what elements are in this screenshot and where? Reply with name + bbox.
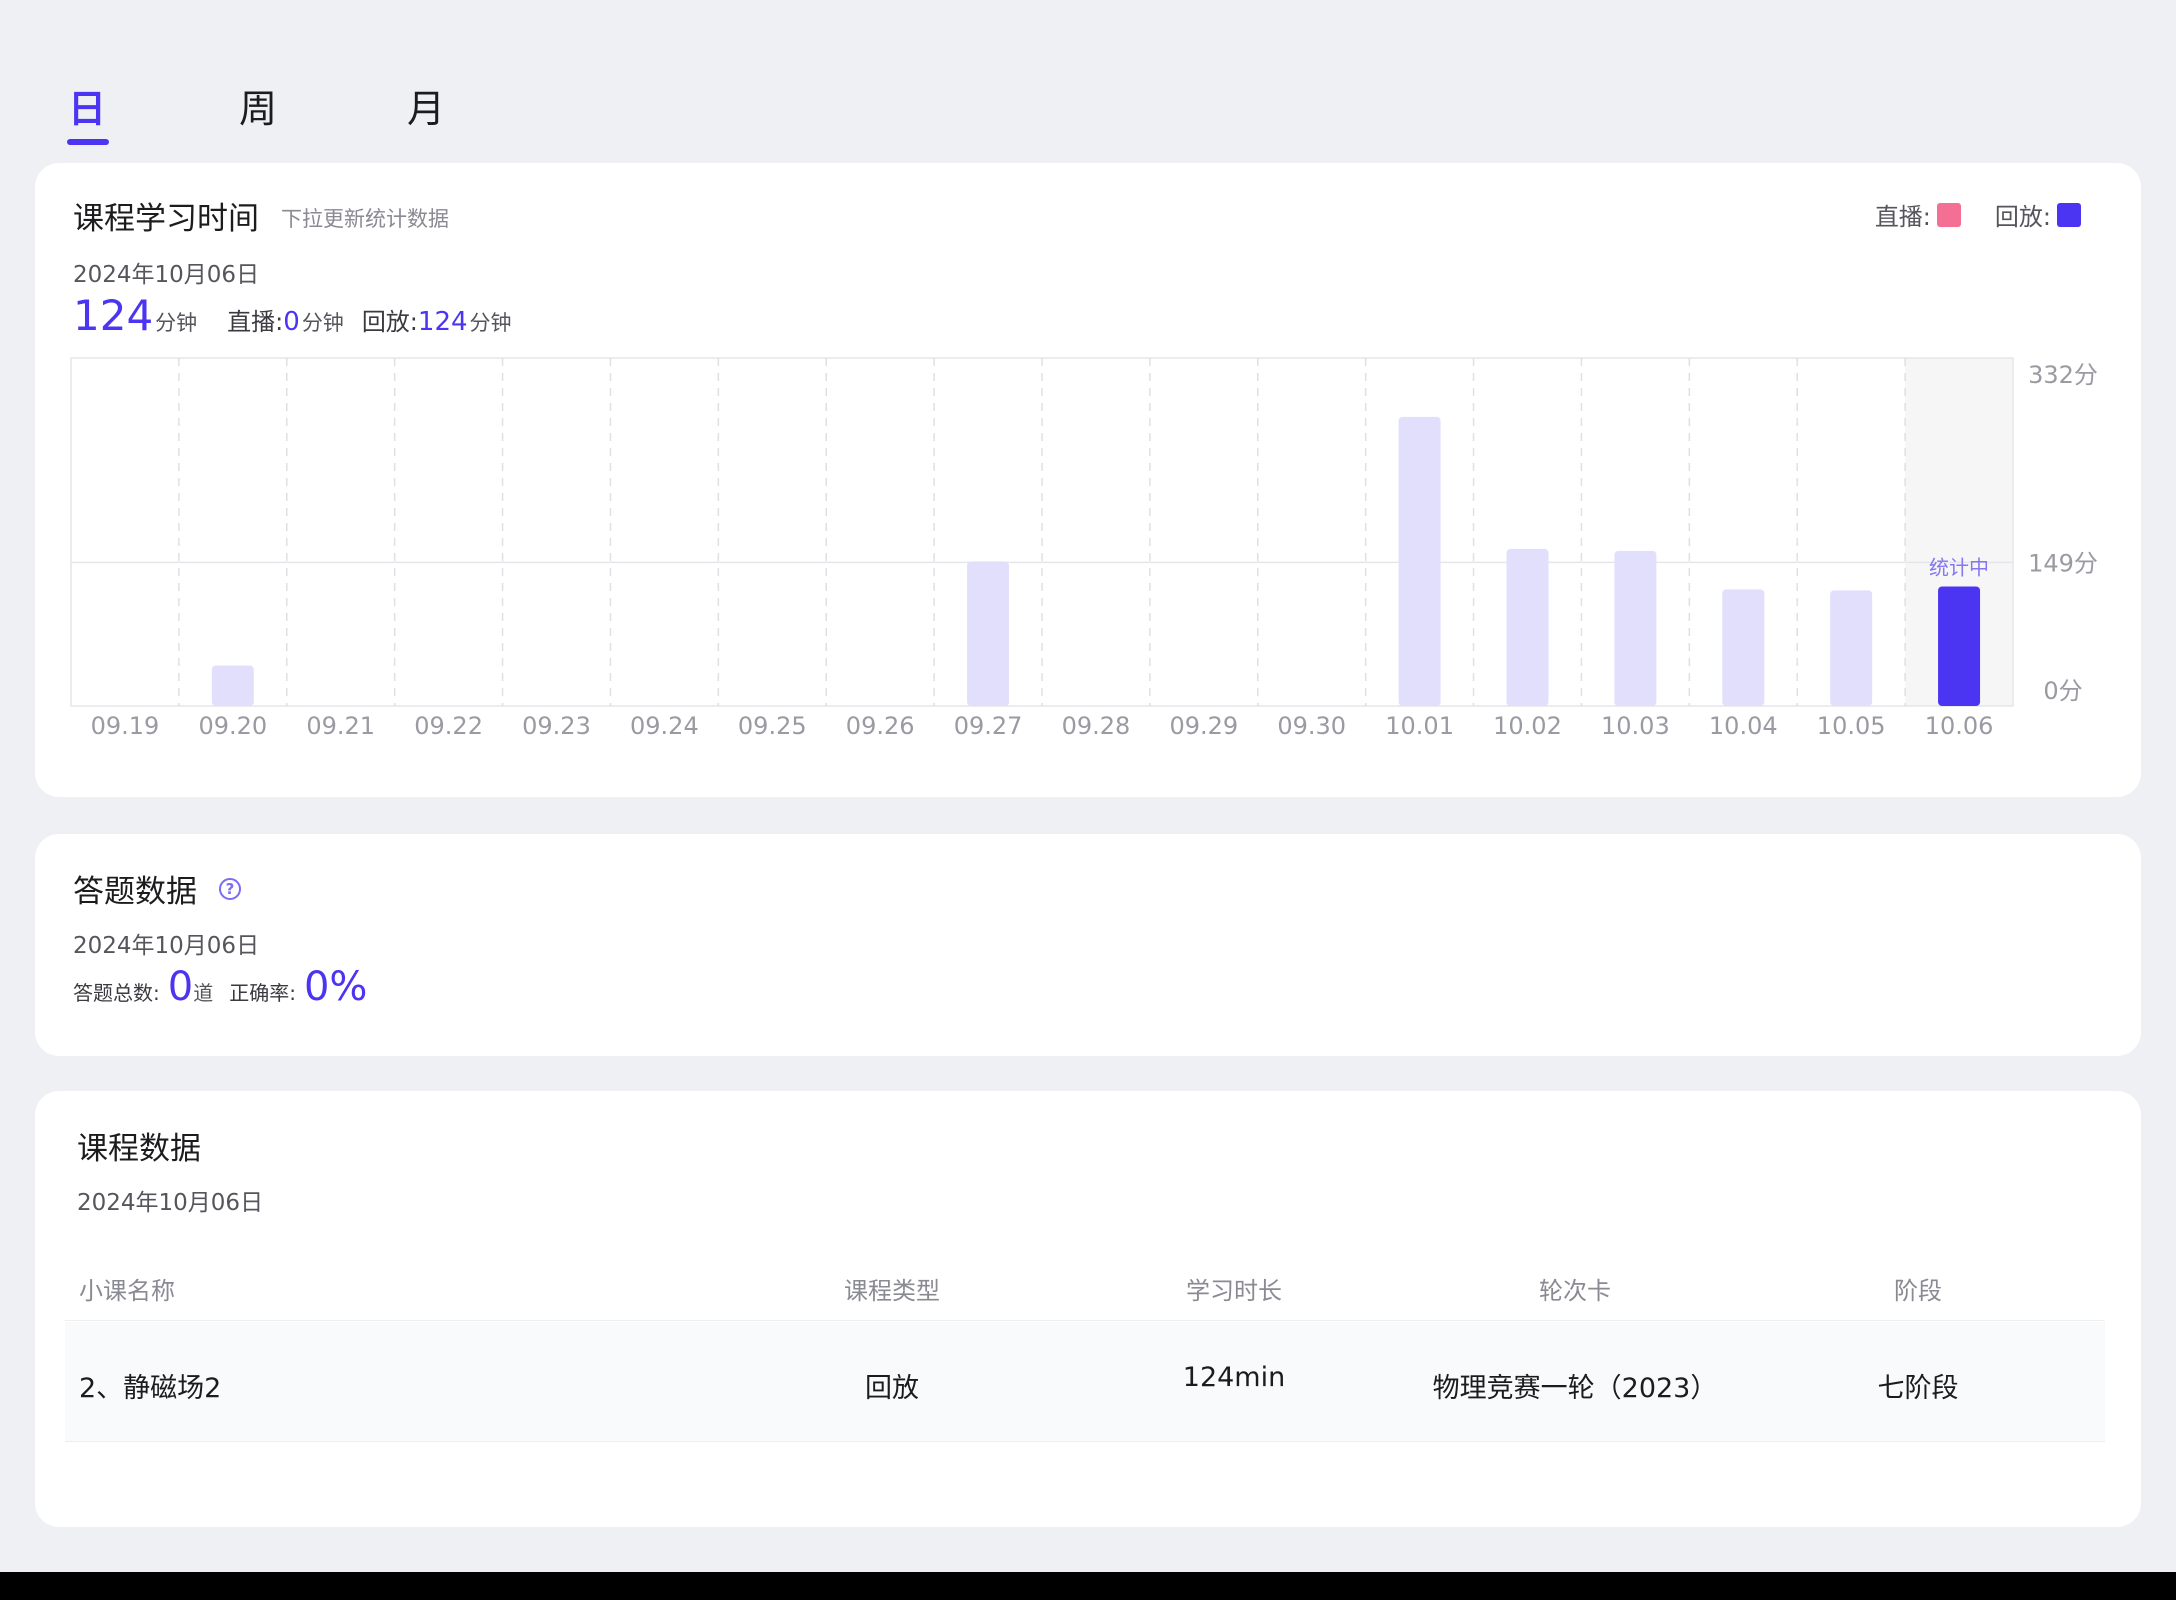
table-row[interactable]: 2、静磁场2 回放 124min 物理竞赛一轮（2023） 七阶段 (65, 1322, 2105, 1442)
x-tick-label: 10.02 (1493, 712, 1562, 740)
bottom-bar (0, 1572, 2176, 1600)
answer-title: 答题数据 (73, 874, 197, 910)
tab-month[interactable]: 月 (396, 78, 456, 133)
active-tab-indicator (67, 139, 109, 145)
bar (1830, 590, 1873, 706)
bar (1614, 550, 1657, 706)
y-tick-label: 149分 (2028, 549, 2098, 577)
bar (211, 665, 254, 706)
answer-card: 答题数据 ? 2024年10月06日 答题总数: 0 道 正确率: 0% (35, 834, 2141, 1056)
answer-date: 2024年10月06日 (73, 933, 260, 959)
answer-summary: 答题总数: 0 道 正确率: 0% (73, 964, 367, 1010)
x-tick-label: 09.28 (1062, 712, 1131, 740)
period-tabs: 日 周 月 (0, 0, 2176, 160)
x-tick-label: 09.22 (414, 712, 483, 740)
help-icon[interactable]: ? (219, 878, 241, 900)
tab-week[interactable]: 周 (228, 78, 288, 133)
tab-day[interactable]: 日 (57, 78, 117, 133)
x-tick-label: 10.06 (1925, 712, 1994, 740)
course-table-header: 小课名称 课程类型 学习时长 轮次卡 阶段 (65, 1241, 2105, 1321)
col-stage: 阶段 (1894, 1277, 1942, 1305)
x-tick-label: 09.27 (954, 712, 1023, 740)
x-tick-label: 09.24 (630, 712, 699, 740)
study-time-card: 课程学习时间 下拉更新统计数据 直播: 回放: 2024年10月06日 124 … (35, 163, 2141, 797)
x-tick-label: 10.01 (1385, 712, 1454, 740)
answer-total-value: 0 (167, 964, 194, 1010)
cell-round-card: 物理竞赛一轮（2023） (1432, 1373, 1718, 1404)
cell-duration: 124min (1182, 1362, 1286, 1393)
x-tick-label: 09.19 (91, 712, 160, 740)
y-tick-label: 332分 (2028, 361, 2098, 389)
col-lesson-name: 小课名称 (79, 1277, 175, 1305)
bar (1398, 416, 1441, 706)
course-card: 课程数据 2024年10月06日 小课名称 课程类型 学习时长 轮次卡 阶段 2… (35, 1091, 2141, 1527)
x-tick-label: 09.29 (1169, 712, 1238, 740)
accuracy-label: 正确率: (229, 981, 296, 1005)
y-tick-label: 0分 (2043, 677, 2082, 705)
x-tick-label: 10.05 (1817, 712, 1886, 740)
x-tick-label: 09.30 (1277, 712, 1346, 740)
cell-stage: 七阶段 (1877, 1373, 1959, 1404)
cell-lesson-name: 2、静磁场2 (79, 1373, 222, 1404)
bar (1722, 589, 1765, 706)
x-tick-label: 10.04 (1709, 712, 1778, 740)
x-tick-label: 09.25 (738, 712, 807, 740)
col-round-card: 轮次卡 (1539, 1277, 1611, 1305)
bar-status-label: 统计中 (1929, 555, 1989, 579)
cell-course-type: 回放 (865, 1373, 919, 1404)
bar (1506, 548, 1549, 706)
x-tick-label: 09.20 (198, 712, 267, 740)
answer-total-label: 答题总数: (73, 981, 160, 1005)
course-date: 2024年10月06日 (77, 1190, 264, 1216)
bar-highlight (1938, 586, 1981, 706)
bar (967, 561, 1010, 706)
course-title: 课程数据 (77, 1131, 201, 1167)
x-tick-label: 09.21 (306, 712, 375, 740)
x-tick-label: 09.26 (846, 712, 915, 740)
study-time-chart: 统计中 09.19 09.20 09.21 09.22 09.23 09.24 09.25 09… (70, 357, 2098, 740)
answer-total-unit: 道 (193, 981, 214, 1005)
col-course-type: 课程类型 (844, 1277, 940, 1305)
x-tick-label: 09.23 (522, 712, 591, 740)
x-tick-label: 10.03 (1601, 712, 1670, 740)
accuracy-value: 0% (303, 964, 368, 1010)
col-duration: 学习时长 (1186, 1277, 1282, 1305)
